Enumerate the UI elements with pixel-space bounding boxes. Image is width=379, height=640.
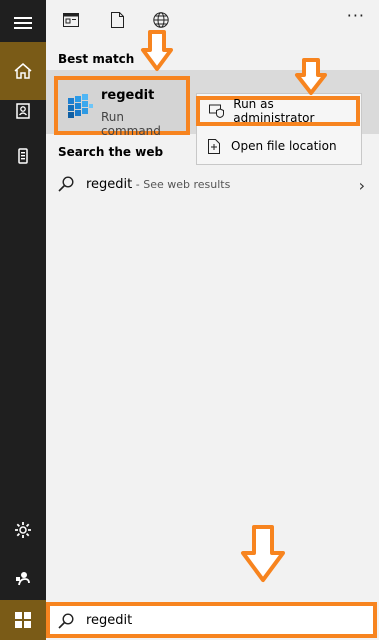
- file-location-icon: [197, 138, 231, 154]
- search-results-panel: ··· Best match regedit Run command Run a…: [46, 0, 379, 600]
- chevron-right-icon: ›: [358, 176, 365, 195]
- web-search-term: regedit: [86, 177, 133, 192]
- hamburger-menu-icon[interactable]: [0, 0, 46, 46]
- feedback-icon[interactable]: [0, 555, 46, 601]
- regedit-app-icon: [64, 90, 96, 122]
- best-match-item[interactable]: regedit Run command: [54, 76, 190, 138]
- windows-start-icon[interactable]: [0, 600, 46, 640]
- best-match-heading: Best match: [58, 52, 135, 66]
- globe-icon[interactable]: [150, 9, 172, 31]
- search-input[interactable]: regedit: [46, 602, 377, 638]
- search-input-value: regedit: [86, 613, 133, 628]
- shield-icon: [200, 104, 233, 118]
- best-match-subtitle: Run command: [101, 110, 161, 138]
- run-as-administrator-item[interactable]: Run as administrator: [196, 96, 360, 126]
- annotation-arrow-down-icon: [141, 30, 173, 71]
- run-as-administrator-label: Run as administrator: [233, 97, 315, 125]
- context-menu: Run as administrator Open file location: [196, 93, 362, 165]
- top-toolbar: ···: [46, 0, 379, 40]
- more-options-button[interactable]: ···: [347, 6, 365, 25]
- file-icon[interactable]: [106, 9, 128, 31]
- annotation-arrow-down-icon: [295, 58, 327, 95]
- left-rail: [0, 0, 46, 640]
- documents-icon[interactable]: [0, 88, 46, 134]
- web-results-hint: - See web results: [132, 178, 231, 191]
- settings-icon[interactable]: [0, 507, 46, 553]
- search-icon: [58, 176, 74, 196]
- best-match-name: regedit: [101, 88, 155, 103]
- open-file-location-label: Open file location: [231, 139, 337, 153]
- document-view-icon[interactable]: [60, 9, 82, 31]
- phone-icon[interactable]: [0, 133, 46, 179]
- search-web-heading: Search the web: [58, 145, 164, 159]
- search-icon: [58, 613, 74, 633]
- open-file-location-item[interactable]: Open file location: [197, 130, 361, 162]
- web-result-row[interactable]: regedit - See web results ›: [46, 170, 379, 200]
- annotation-arrow-down-icon: [241, 525, 285, 582]
